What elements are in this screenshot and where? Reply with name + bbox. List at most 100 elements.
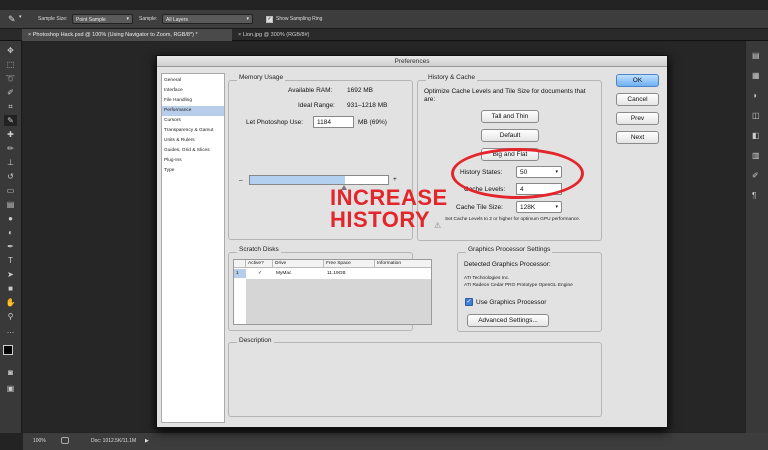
default-button[interactable]: Default bbox=[481, 129, 539, 142]
document-tabs: × Photoshop Hack.psd @ 100% (Using Navig… bbox=[0, 29, 768, 41]
description-group bbox=[228, 342, 602, 417]
sidebar-item-guides[interactable]: Guides, Grid & Slices bbox=[162, 146, 224, 156]
column-header bbox=[234, 260, 246, 268]
sample-size-select[interactable]: Point Sample ▾ bbox=[72, 14, 133, 24]
let-photoshop-use-label: Let Photoshop Use: bbox=[246, 119, 304, 126]
foreground-color-swatch[interactable] bbox=[3, 345, 13, 355]
sidebar-item-general[interactable]: General bbox=[162, 76, 224, 86]
gradient-tool-icon[interactable]: ▤ bbox=[4, 199, 17, 210]
adjust-panel-icon[interactable]: ◑ bbox=[752, 91, 764, 102]
gpu-vendor: ATI Technologies Inc. bbox=[464, 276, 510, 281]
ideal-range-value: 931–1218 MB bbox=[347, 102, 388, 109]
detected-gpu-label: Detected Graphics Processor: bbox=[464, 261, 551, 268]
table-empty-area bbox=[246, 279, 431, 324]
more-tools-icon[interactable]: … bbox=[4, 325, 17, 336]
color-panel-icon[interactable]: ◫ bbox=[752, 111, 764, 122]
history-brush-icon[interactable]: ↺ bbox=[4, 171, 17, 182]
layers-panel-icon[interactable]: ◧ bbox=[752, 131, 764, 142]
stamp-tool-icon[interactable]: ⊥ bbox=[4, 157, 17, 168]
show-ring-label: Show Sampling Ring bbox=[276, 16, 323, 22]
tab-photoshop-hack[interactable]: × Photoshop Hack.psd @ 100% (Using Navig… bbox=[22, 29, 232, 41]
memory-unit: MB (69%) bbox=[358, 119, 387, 126]
sample-label: Sample: bbox=[139, 16, 158, 22]
channels-panel-icon[interactable]: ▥ bbox=[752, 151, 764, 162]
table-row[interactable]: 1 ✓ MyMac 11.19GB bbox=[234, 269, 431, 278]
share-icon[interactable] bbox=[61, 437, 69, 444]
path-select-tool-icon[interactable]: ➤ bbox=[4, 269, 17, 280]
type-panel-icon[interactable]: ¶ bbox=[752, 191, 764, 202]
crop-tool-icon[interactable]: ⌗ bbox=[4, 101, 17, 112]
annotation-line-1: INCREASE bbox=[330, 185, 448, 210]
marquee-tool-icon[interactable]: ⬚ bbox=[4, 59, 17, 70]
eraser-tool-icon[interactable]: ▭ bbox=[4, 185, 17, 196]
close-icon[interactable]: × bbox=[238, 32, 241, 38]
sidebar-item-performance[interactable]: Performance bbox=[162, 106, 224, 116]
plus-icon: + bbox=[393, 176, 397, 183]
move-tool-icon[interactable]: ✥ bbox=[4, 45, 17, 56]
advanced-settings-button[interactable]: Advanced Settings... bbox=[467, 314, 549, 327]
hand-tool-icon[interactable]: ✋ bbox=[4, 297, 17, 308]
history-cache-title: History & Cache bbox=[426, 74, 477, 81]
screen-mode-icon[interactable]: ▣ bbox=[4, 383, 17, 394]
sidebar-item-units[interactable]: Units & Rulers bbox=[162, 136, 224, 146]
sidebar-item-cursors[interactable]: Cursors bbox=[162, 116, 224, 126]
memory-input[interactable]: 1184 bbox=[313, 116, 354, 128]
type-tool-icon[interactable]: T bbox=[4, 255, 17, 266]
show-ring-checkbox[interactable]: ✓ bbox=[266, 16, 273, 23]
memory-slider[interactable] bbox=[249, 175, 389, 185]
swatch-panel-icon[interactable]: ▦ bbox=[752, 71, 764, 82]
annotation-line-2: HISTORY bbox=[330, 207, 431, 232]
ok-button[interactable]: OK bbox=[616, 74, 659, 87]
preferences-dialog: Preferences General Interface File Handl… bbox=[156, 55, 668, 428]
sidebar-item-transparency[interactable]: Transparency & Gamut bbox=[162, 126, 224, 136]
minus-icon: – bbox=[239, 177, 243, 184]
next-button[interactable]: Next bbox=[616, 131, 659, 144]
column-header-free-space: Free Space bbox=[324, 260, 375, 268]
prev-button[interactable]: Prev bbox=[616, 112, 659, 125]
quick-select-tool-icon[interactable]: ✐ bbox=[4, 87, 17, 98]
active-checkbox[interactable]: ✓ bbox=[256, 269, 262, 278]
cancel-button[interactable]: Cancel bbox=[616, 93, 659, 106]
blur-tool-icon[interactable]: ● bbox=[4, 213, 17, 224]
brush-tool-icon[interactable]: ✏ bbox=[4, 143, 17, 154]
history-cache-desc: Optimize Cache Levels and Tile Size for … bbox=[424, 88, 586, 103]
play-icon[interactable]: ▶ bbox=[145, 438, 149, 444]
panel-dock: ▤ ▦ ◑ ◫ ◧ ▥ ✐ ¶ bbox=[746, 41, 768, 433]
quick-mask-icon[interactable]: ◙ bbox=[4, 367, 17, 378]
close-icon[interactable]: × bbox=[28, 32, 31, 38]
row-number: 1 bbox=[234, 269, 246, 278]
gpu-note: Set Cache Levels to 2 or higher for opti… bbox=[445, 217, 581, 222]
tab-label: Photoshop Hack.psd @ 100% (Using Navigat… bbox=[32, 32, 198, 38]
zoom-tool-icon[interactable]: ⚲ bbox=[4, 311, 17, 322]
shape-tool-icon[interactable]: ■ bbox=[4, 283, 17, 294]
drive-info bbox=[376, 269, 378, 278]
use-gpu-checkbox[interactable]: ✓ bbox=[465, 298, 473, 306]
sidebar-item-file-handling[interactable]: File Handling bbox=[162, 96, 224, 106]
chevron-down-icon[interactable]: ▾ bbox=[19, 14, 22, 20]
cache-tile-size-label: Cache Tile Size: bbox=[456, 204, 503, 211]
available-ram-label: Available RAM: bbox=[288, 87, 333, 94]
sample-select[interactable]: All Layers ▾ bbox=[162, 14, 253, 24]
zoom-level[interactable]: 100% bbox=[33, 438, 46, 444]
cache-tile-size-dropdown[interactable]: 128K ▾ bbox=[516, 201, 562, 213]
lasso-tool-icon[interactable]: ➰ bbox=[4, 73, 17, 84]
healing-tool-icon[interactable]: ✚ bbox=[4, 129, 17, 140]
available-ram-value: 1692 MB bbox=[347, 87, 374, 94]
tab-lion[interactable]: × Lion.jpg @ 300% (RGB/8#) bbox=[232, 29, 332, 41]
sidebar-item-type[interactable]: Type bbox=[162, 166, 224, 176]
eyedropper-tool-icon[interactable]: ✎ bbox=[4, 115, 17, 126]
history-panel-icon[interactable]: ▤ bbox=[752, 51, 764, 62]
tall-and-thin-button[interactable]: Tall and Thin bbox=[481, 110, 539, 123]
brush-panel-icon[interactable]: ✐ bbox=[752, 171, 764, 182]
sidebar-item-interface[interactable]: Interface bbox=[162, 86, 224, 96]
dodge-tool-icon[interactable]: ◐ bbox=[4, 227, 17, 238]
pen-tool-icon[interactable]: ✒ bbox=[4, 241, 17, 252]
use-gpu-label: Use Graphics Processor bbox=[476, 299, 547, 306]
sidebar-item-plugins[interactable]: Plug-Ins bbox=[162, 156, 224, 166]
eyedropper-icon[interactable]: ✎ bbox=[8, 14, 16, 25]
description-title: Description bbox=[237, 337, 274, 344]
options-bar: ✎ ▾ Sample Size: Point Sample ▾ Sample: A… bbox=[0, 10, 768, 29]
doc-size: Doc: 1012.5K/11.1M bbox=[91, 438, 137, 444]
ideal-range-label: Ideal Range: bbox=[298, 102, 335, 109]
annotation-text: INCREASE HISTORY bbox=[330, 187, 448, 231]
